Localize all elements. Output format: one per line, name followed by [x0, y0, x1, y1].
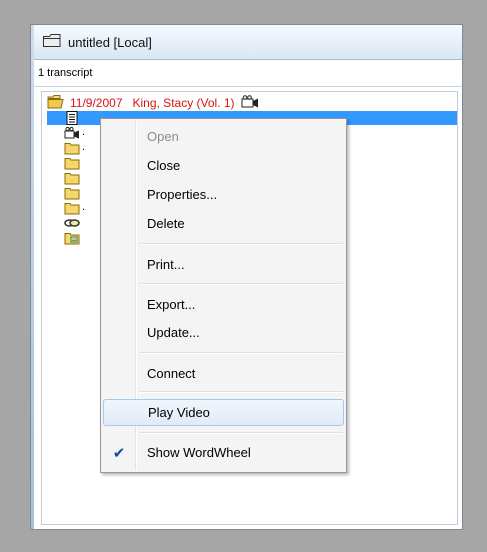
window-left-edge: [31, 25, 34, 529]
menu-item-play-video[interactable]: Play Video: [103, 399, 344, 426]
menu-item-print[interactable]: Print...: [103, 251, 344, 278]
menu-item-label: Show WordWheel: [147, 445, 251, 460]
menu-item-label: Play Video: [148, 405, 210, 420]
card-folder-icon: [64, 231, 80, 245]
menu-item-label: Delete: [147, 216, 185, 231]
menu-item-label: Export...: [147, 297, 196, 312]
menu-item-label: Print...: [147, 257, 185, 272]
menu-item-export[interactable]: Export...: [103, 291, 344, 318]
tree-root-node[interactable]: 11/9/2007 King, Stacy (Vol. 1): [47, 94, 259, 112]
folder-icon: [64, 141, 80, 155]
menu-item-update[interactable]: Update...: [103, 319, 344, 346]
menu-item-show-wordwheel[interactable]: ✔ Show WordWheel: [103, 439, 344, 466]
menu-item-close[interactable]: Close: [103, 152, 344, 179]
checkmark-icon: ✔: [112, 444, 126, 462]
video-camera-icon: [64, 126, 80, 140]
menu-separator: [139, 243, 343, 245]
menu-item-label: Close: [147, 158, 181, 173]
tree-root-witness: King, Stacy (Vol. 1): [132, 96, 235, 110]
menu-item-label: Connect: [147, 366, 196, 381]
tree-row-suffix: .: [82, 141, 86, 153]
menu-item-delete[interactable]: Delete: [103, 210, 344, 237]
menu-item-label: Update...: [147, 325, 200, 340]
context-menu: Open Close Properties... Delete Print...…: [100, 118, 347, 473]
video-camera-icon: [241, 94, 259, 112]
menu-item-open: Open: [103, 123, 344, 150]
link-icon: [64, 216, 80, 230]
folder-icon: [64, 186, 80, 200]
tree-root-date: 11/9/2007: [70, 96, 123, 110]
menu-item-properties[interactable]: Properties...: [103, 181, 344, 208]
menu-item-label: Open: [147, 129, 179, 144]
folder-icon: [64, 171, 80, 185]
menu-separator: [139, 391, 343, 393]
menu-item-label: Properties...: [147, 187, 218, 202]
case-folder-icon: [42, 32, 62, 53]
folder-icon: [64, 156, 80, 170]
menu-separator: [139, 352, 343, 354]
menu-separator: [139, 283, 343, 285]
window-titlebar[interactable]: untitled [Local]: [34, 25, 462, 60]
tree-row-suffix: .: [82, 201, 86, 213]
document-icon: [64, 111, 80, 125]
open-folder-icon: [47, 94, 65, 112]
menu-separator: [139, 432, 343, 434]
transcript-count: 1 transcript: [34, 60, 462, 87]
folder-icon: [64, 201, 80, 215]
tree-row-suffix: .: [82, 126, 86, 138]
window-title: untitled [Local]: [68, 34, 152, 50]
menu-item-connect[interactable]: Connect: [103, 360, 344, 387]
